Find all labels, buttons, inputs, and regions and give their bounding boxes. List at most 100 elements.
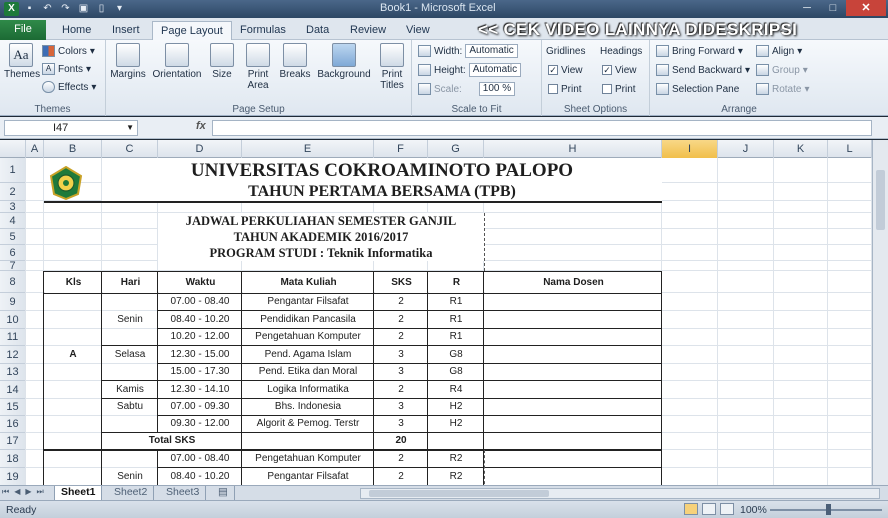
row-header[interactable]: 9 xyxy=(0,293,26,311)
redo-icon[interactable]: ↷ xyxy=(58,2,73,16)
last-sheet-icon[interactable]: ⏭ xyxy=(37,487,44,497)
sheet-tab-sheet2[interactable]: Sheet2 xyxy=(108,486,155,500)
colors-icon xyxy=(42,45,55,57)
column-header-c[interactable]: C xyxy=(102,140,158,158)
row-header[interactable]: 18 xyxy=(0,450,26,468)
vertical-scrollbar[interactable] xyxy=(872,140,888,485)
row-header[interactable]: 1 xyxy=(0,158,26,183)
row-header[interactable]: 19 xyxy=(0,468,26,485)
row-header[interactable]: 4 xyxy=(0,213,26,229)
column-header-l[interactable]: L xyxy=(828,140,872,158)
column-header-f[interactable]: F xyxy=(374,140,428,158)
tab-data[interactable]: Data xyxy=(298,21,337,40)
column-header-i[interactable]: I xyxy=(662,140,718,158)
width-combo[interactable]: Automatic xyxy=(465,44,518,58)
row-header[interactable]: 14 xyxy=(0,381,26,399)
row-header[interactable]: 12 xyxy=(0,346,26,364)
row-header[interactable]: 3 xyxy=(0,201,26,213)
chevron-down-icon[interactable]: ▼ xyxy=(126,121,134,135)
row-header[interactable]: 5 xyxy=(0,229,26,245)
effects-button[interactable]: Effects ▾ xyxy=(42,79,96,95)
day-cell: Sabtu xyxy=(103,399,157,415)
send-backward-button[interactable]: Send Backward ▾ xyxy=(656,62,750,78)
zoom-slider-knob[interactable] xyxy=(826,504,831,515)
prev-sheet-icon[interactable]: ◀ xyxy=(14,487,20,497)
row-header[interactable]: 8 xyxy=(0,271,26,293)
save-icon[interactable]: ▪ xyxy=(22,2,37,16)
horizontal-scrollbar[interactable] xyxy=(360,488,880,499)
size-button[interactable]: Size xyxy=(208,43,236,80)
page-layout-view-icon[interactable] xyxy=(702,503,716,515)
new-document-icon[interactable]: ▯ xyxy=(94,2,109,16)
breaks-button[interactable]: Breaks xyxy=(278,43,312,80)
horizontal-scroll-thumb[interactable] xyxy=(369,490,549,497)
print-preview-icon[interactable]: ▣ xyxy=(76,2,91,16)
insert-function-icon[interactable]: fx xyxy=(196,120,206,132)
vertical-scroll-thumb[interactable] xyxy=(876,170,885,230)
orientation-button[interactable]: Orientation xyxy=(150,43,204,80)
first-sheet-icon[interactable]: ⏮ xyxy=(2,487,9,497)
background-button[interactable]: Background xyxy=(314,43,374,80)
column-header-h[interactable]: H xyxy=(484,140,662,158)
select-all-corner[interactable] xyxy=(0,140,26,158)
page-break-preview-icon[interactable] xyxy=(720,503,734,515)
zoom-level[interactable]: 100% xyxy=(740,504,767,516)
row-header[interactable]: 13 xyxy=(0,364,26,381)
margins-button[interactable]: Margins xyxy=(108,43,148,80)
normal-view-icon[interactable] xyxy=(684,503,698,515)
headings-view-checkbox[interactable]: ✓ View xyxy=(602,62,637,78)
row-header[interactable]: 17 xyxy=(0,433,26,450)
tab-page-layout[interactable]: Page Layout xyxy=(152,21,232,41)
scale-spinner[interactable]: 100 % xyxy=(478,82,516,96)
height-combo[interactable]: Automatic xyxy=(468,63,522,77)
group-button[interactable]: Group ▾ xyxy=(756,62,808,78)
name-box[interactable]: I47 ▼ xyxy=(4,120,138,136)
column-header-k[interactable]: K xyxy=(774,140,828,158)
undo-icon[interactable]: ↶ xyxy=(40,2,55,16)
row-header[interactable]: 15 xyxy=(0,399,26,416)
column-header-g[interactable]: G xyxy=(428,140,484,158)
column-header-d[interactable]: D xyxy=(158,140,242,158)
tab-formulas[interactable]: Formulas xyxy=(232,21,294,40)
close-icon[interactable]: ✕ xyxy=(846,0,886,16)
row-header[interactable]: 10 xyxy=(0,311,26,329)
bring-forward-button[interactable]: Bring Forward ▾ xyxy=(656,43,743,59)
print-area-button[interactable]: Print Area xyxy=(242,43,274,91)
maximize-icon[interactable]: □ xyxy=(820,0,846,16)
tab-home[interactable]: Home xyxy=(54,21,99,40)
rotate-button[interactable]: Rotate ▾ xyxy=(756,81,810,97)
align-button[interactable]: Align ▾ xyxy=(756,43,802,59)
page-setup-group: Margins Orientation Size Print Area Brea… xyxy=(106,40,412,116)
formula-input[interactable] xyxy=(212,120,872,136)
column-header-a[interactable]: A xyxy=(26,140,44,158)
themes-button[interactable]: Aa Themes xyxy=(4,43,40,80)
customize-qat-icon[interactable]: ▾ xyxy=(112,2,127,16)
insert-sheet-icon[interactable]: ▤ xyxy=(212,486,235,500)
headings-print-checkbox[interactable]: Print xyxy=(602,81,636,97)
fonts-button[interactable]: A Fonts ▾ xyxy=(42,61,91,77)
colors-button[interactable]: Colors ▾ xyxy=(42,43,95,59)
sheet-tab-sheet1[interactable]: Sheet1 xyxy=(54,486,103,500)
gridlines-view-checkbox[interactable]: ✓ View xyxy=(548,62,583,78)
row-header[interactable]: 6 xyxy=(0,245,26,261)
tab-review[interactable]: Review xyxy=(342,21,394,40)
print-titles-button[interactable]: Print Titles xyxy=(376,43,408,91)
tab-view[interactable]: View xyxy=(398,21,438,40)
column-header-j[interactable]: J xyxy=(718,140,774,158)
next-sheet-icon[interactable]: ▶ xyxy=(25,487,31,497)
selection-pane-button[interactable]: Selection Pane xyxy=(656,81,739,97)
align-icon xyxy=(756,45,769,57)
tab-file[interactable]: File xyxy=(0,20,46,40)
row-header[interactable]: 2 xyxy=(0,183,26,201)
row-header[interactable]: 11 xyxy=(0,329,26,346)
row-header[interactable]: 7 xyxy=(0,261,26,272)
column-header-b[interactable]: B xyxy=(44,140,102,158)
column-header-e[interactable]: E xyxy=(242,140,374,158)
row-header[interactable]: 16 xyxy=(0,416,26,433)
tab-insert[interactable]: Insert xyxy=(104,21,148,40)
minimize-icon[interactable]: ─ xyxy=(794,0,820,16)
worksheet-grid[interactable]: A B C D E F G H I J K L 1 2 3 4 5 6 7 8 9 10 11 12 1… xyxy=(0,140,872,485)
gridlines-print-checkbox[interactable]: Print xyxy=(548,81,582,97)
sheet-tab-sheet3[interactable]: Sheet3 xyxy=(160,486,207,500)
page-break-line xyxy=(484,450,485,485)
